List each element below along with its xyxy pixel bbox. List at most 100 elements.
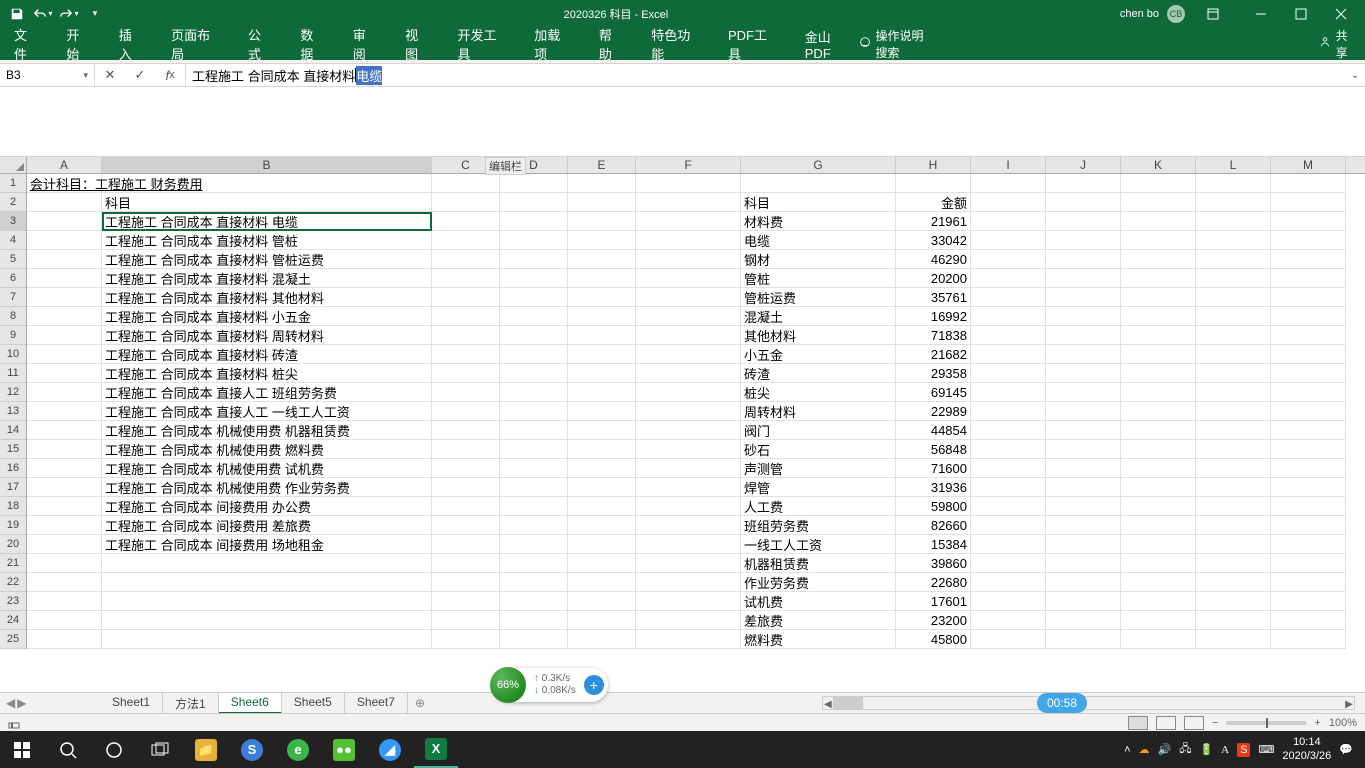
cell-F20[interactable]: [636, 535, 741, 554]
cell-E8[interactable]: [568, 307, 636, 326]
cell-G21[interactable]: 机器租赁费: [741, 554, 896, 573]
cell-E3[interactable]: [568, 212, 636, 231]
cell-L3[interactable]: [1196, 212, 1271, 231]
cell-F9[interactable]: [636, 326, 741, 345]
cell-J12[interactable]: [1046, 383, 1121, 402]
cell-D21[interactable]: [500, 554, 568, 573]
cell-H14[interactable]: 44854: [896, 421, 971, 440]
cell-H5[interactable]: 46290: [896, 250, 971, 269]
cell-H2[interactable]: 金额: [896, 193, 971, 212]
cell-J4[interactable]: [1046, 231, 1121, 250]
cell-F25[interactable]: [636, 630, 741, 649]
cell-M15[interactable]: [1271, 440, 1346, 459]
cell-E1[interactable]: [568, 174, 636, 193]
cell-F22[interactable]: [636, 573, 741, 592]
cell-M21[interactable]: [1271, 554, 1346, 573]
cell-L23[interactable]: [1196, 592, 1271, 611]
cell-G2[interactable]: 科目: [741, 193, 896, 212]
recording-timer[interactable]: 00:58: [1037, 693, 1087, 713]
cell-D1[interactable]: [500, 174, 568, 193]
cell-K12[interactable]: [1121, 383, 1196, 402]
tray-cloud-icon[interactable]: ☁: [1139, 743, 1150, 756]
cell-J24[interactable]: [1046, 611, 1121, 630]
cell-D8[interactable]: [500, 307, 568, 326]
cell-M14[interactable]: [1271, 421, 1346, 440]
cell-A11[interactable]: [27, 364, 102, 383]
add-sheet-button[interactable]: ⊕: [408, 696, 432, 710]
wechat-button[interactable]: ●●: [322, 731, 366, 768]
cell-L15[interactable]: [1196, 440, 1271, 459]
cell-K25[interactable]: [1121, 630, 1196, 649]
cell-L18[interactable]: [1196, 497, 1271, 516]
row-header-15[interactable]: 15: [0, 440, 26, 459]
ribbon-tab-文件[interactable]: 文件: [10, 19, 42, 69]
cell-K10[interactable]: [1121, 345, 1196, 364]
formula-input[interactable]: 工程施工 合同成本 直接材料 电缆: [186, 64, 1345, 86]
cell-H15[interactable]: 56848: [896, 440, 971, 459]
cell-B13[interactable]: 工程施工 合同成本 直接人工 一线工人工资: [102, 402, 432, 421]
row-header-7[interactable]: 7: [0, 288, 26, 307]
cell-G10[interactable]: 小五金: [741, 345, 896, 364]
cell-F15[interactable]: [636, 440, 741, 459]
cell-E25[interactable]: [568, 630, 636, 649]
cell-B22[interactable]: [102, 573, 432, 592]
sheet-tab-Sheet7[interactable]: Sheet7: [345, 693, 408, 714]
sheet-tab-Sheet5[interactable]: Sheet5: [282, 693, 345, 714]
cell-J22[interactable]: [1046, 573, 1121, 592]
sogou-button[interactable]: S: [230, 731, 274, 768]
row-header-17[interactable]: 17: [0, 478, 26, 497]
cell-M4[interactable]: [1271, 231, 1346, 250]
cell-H11[interactable]: 29358: [896, 364, 971, 383]
cell-C4[interactable]: [432, 231, 500, 250]
cell-B3[interactable]: 工程施工 合同成本 直接材料 电缆: [102, 212, 432, 231]
ribbon-display-options[interactable]: [1193, 0, 1233, 27]
cell-M9[interactable]: [1271, 326, 1346, 345]
cell-F12[interactable]: [636, 383, 741, 402]
row-header-16[interactable]: 16: [0, 459, 26, 478]
cell-B1[interactable]: [102, 174, 432, 193]
cell-G17[interactable]: 焊管: [741, 478, 896, 497]
ribbon-tab-数据[interactable]: 数据: [296, 19, 328, 69]
cell-M16[interactable]: [1271, 459, 1346, 478]
cell-M7[interactable]: [1271, 288, 1346, 307]
cell-F18[interactable]: [636, 497, 741, 516]
cell-M8[interactable]: [1271, 307, 1346, 326]
tray-ime-a-icon[interactable]: A: [1221, 744, 1229, 756]
cell-C16[interactable]: [432, 459, 500, 478]
cell-B15[interactable]: 工程施工 合同成本 机械使用费 燃料费: [102, 440, 432, 459]
cell-J16[interactable]: [1046, 459, 1121, 478]
column-header-L[interactable]: L: [1196, 157, 1271, 173]
column-header-G[interactable]: G: [741, 157, 896, 173]
cell-F2[interactable]: [636, 193, 741, 212]
cell-H21[interactable]: 39860: [896, 554, 971, 573]
cell-D16[interactable]: [500, 459, 568, 478]
cell-I13[interactable]: [971, 402, 1046, 421]
cell-M3[interactable]: [1271, 212, 1346, 231]
insert-function-button[interactable]: fx: [155, 64, 185, 86]
ribbon-tab-视图[interactable]: 视图: [401, 19, 433, 69]
cell-H4[interactable]: 33042: [896, 231, 971, 250]
sheet-nav-prev[interactable]: ◀: [6, 696, 15, 710]
cell-F6[interactable]: [636, 269, 741, 288]
cell-F13[interactable]: [636, 402, 741, 421]
cell-K14[interactable]: [1121, 421, 1196, 440]
cell-G1[interactable]: [741, 174, 896, 193]
cell-B20[interactable]: 工程施工 合同成本 间接费用 场地租金: [102, 535, 432, 554]
column-header-H[interactable]: H: [896, 157, 971, 173]
cell-E10[interactable]: [568, 345, 636, 364]
cell-E21[interactable]: [568, 554, 636, 573]
cell-B23[interactable]: [102, 592, 432, 611]
cell-D19[interactable]: [500, 516, 568, 535]
cell-I17[interactable]: [971, 478, 1046, 497]
row-header-24[interactable]: 24: [0, 611, 26, 630]
row-header-8[interactable]: 8: [0, 307, 26, 326]
cell-H8[interactable]: 16992: [896, 307, 971, 326]
cell-H13[interactable]: 22989: [896, 402, 971, 421]
cell-I1[interactable]: [971, 174, 1046, 193]
cell-J10[interactable]: [1046, 345, 1121, 364]
cell-J9[interactable]: [1046, 326, 1121, 345]
row-header-22[interactable]: 22: [0, 573, 26, 592]
cell-G23[interactable]: 试机费: [741, 592, 896, 611]
cell-A23[interactable]: [27, 592, 102, 611]
cell-A13[interactable]: [27, 402, 102, 421]
